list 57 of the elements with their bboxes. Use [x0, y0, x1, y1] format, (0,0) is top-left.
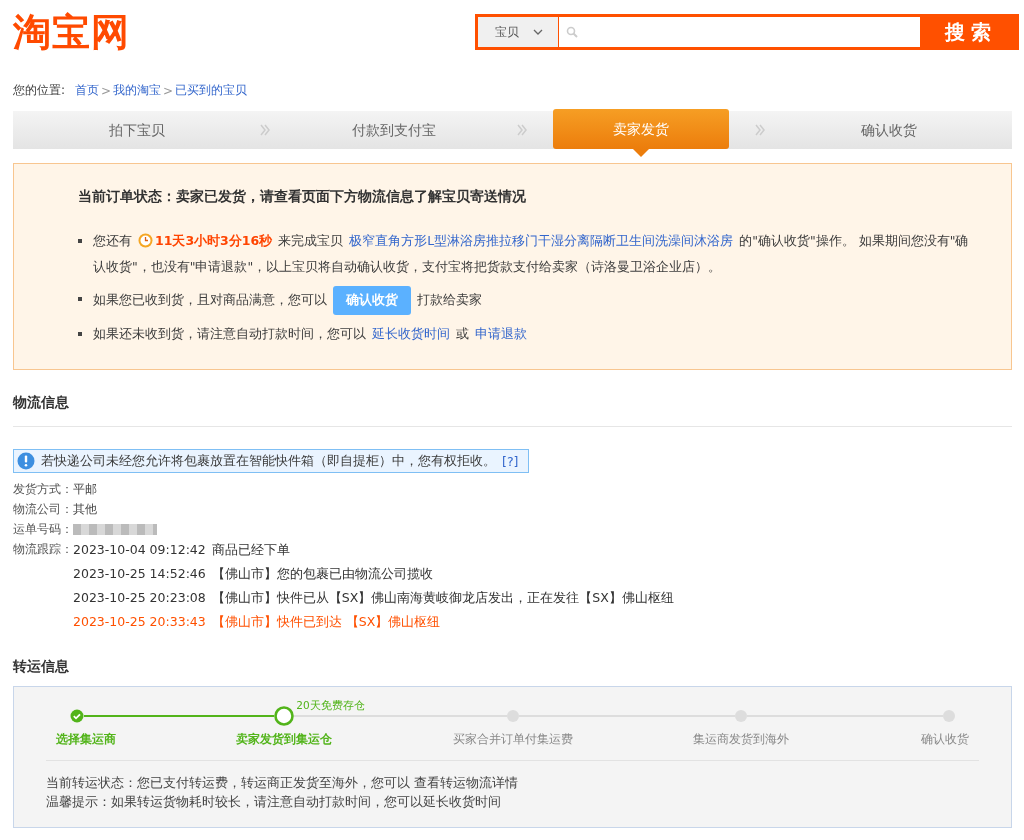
bullet-icon	[78, 332, 82, 336]
progress-step: 卖家发货	[553, 109, 729, 149]
event-time: 2023-10-25 20:33:43	[73, 613, 206, 630]
chevron-right-icon	[755, 124, 765, 136]
breadcrumb-label: 您的位置:	[13, 82, 66, 99]
event-text: 【佛山市】快件已从【SX】佛山南海黄岐御龙店发出，正在发往【SX】佛山枢纽	[211, 589, 674, 606]
section-heading: 物流信息	[13, 394, 70, 412]
step-label: 确认收货	[921, 731, 969, 748]
transit-text: 温馨提示：如果转运货物耗时较长，请注意自动打款时间，您可以延长收货时间	[46, 793, 502, 811]
field-label: 运单号码：	[13, 521, 73, 538]
field-label: 发货方式：	[13, 481, 73, 498]
info-icon	[17, 452, 35, 470]
step-note: 20天免费存仓	[296, 699, 365, 713]
clock-icon	[138, 233, 153, 248]
link[interactable]: 极窄直角方形L型淋浴房推拉移门干湿分离隔断卫生间洗澡间沐浴房	[349, 233, 734, 248]
chevron-right-icon	[517, 124, 527, 136]
link[interactable]: 申请退款	[475, 326, 527, 341]
field-label: 物流公司：	[13, 501, 73, 518]
notice-text: 若快递公司未经您允许将包裹放置在智能快件箱（即自提柜）中，您有权拒收。	[41, 452, 496, 470]
breadcrumb-link[interactable]: 已买到的宝贝	[175, 82, 248, 99]
progress-step: 确认收货	[765, 111, 1012, 149]
field-value: 平邮	[73, 481, 97, 498]
chevron-right-icon	[260, 124, 270, 136]
search-button[interactable]: 搜 索	[920, 17, 1016, 47]
event-time: 2023-10-04 09:12:42	[73, 541, 206, 558]
bullet-text: 您还有 11天3小时3分16秒 来完成宝贝 极窄直角方形L型淋浴房推拉移门干湿分离隔断卫生间洗澡间沐浴房 的"确认收货"操作。 如果期间您没有"确认收货"，也没有"申请退款"，以上宝贝将自动确认收货，支付宝将把货款支付给卖家（诗洛曼卫浴企业店）。	[93, 232, 970, 276]
progress-step: 拍下宝贝	[13, 111, 260, 149]
chevron-down-icon	[533, 29, 543, 35]
field-label: 物流跟踪：	[13, 541, 73, 558]
progress-step: 付款到支付宝	[270, 111, 517, 149]
breadcrumb-separator: >	[163, 83, 174, 98]
bullet-text: 如果您已收到货，且对商品满意，您可以 确认收货 打款给卖家	[93, 286, 488, 315]
step-label: 买家合并订单付集运费	[452, 731, 573, 748]
link[interactable]: 延长收货时间	[372, 326, 450, 341]
bullet-icon	[78, 239, 82, 243]
breadcrumb-separator: >	[101, 83, 112, 98]
breadcrumb-link[interactable]: 我的淘宝	[113, 82, 162, 99]
step-label: 卖家发货到集运仓	[236, 731, 333, 748]
breadcrumb-link[interactable]: 首页	[75, 82, 100, 99]
pointer-arrow-icon	[633, 149, 649, 157]
event-text: 商品已经下单	[211, 541, 290, 558]
category-dropdown[interactable]: 宝贝	[478, 17, 559, 47]
field-value: 其他	[73, 501, 97, 518]
transit-text: 当前转运状态：您已支付转运费，转运商正发货至海外，您可以 查看转运物流详情	[46, 774, 519, 792]
event-time: 2023-10-25 20:23:08	[73, 589, 206, 606]
step-label: 集运商发货到海外	[692, 731, 789, 748]
order-status-title: 当前订单状态：卖家已发货，请查看页面下方物流信息了解宝贝寄送情况	[78, 188, 527, 206]
step-label: 选择集运商	[56, 731, 116, 748]
event-text: 【佛山市】您的包裹已由物流公司揽收	[211, 565, 433, 582]
section-heading: 转运信息	[13, 658, 70, 676]
search-icon	[566, 26, 578, 38]
bullet-text: 如果还未收到货，请注意自动打款时间，您可以 延长收货时间 或 申请退款	[93, 325, 528, 343]
bullet-icon	[78, 297, 82, 301]
event-time: 2023-10-25 14:52:46	[73, 565, 206, 582]
help-link[interactable]: [?]	[502, 453, 519, 469]
logo[interactable]: 淘宝网	[13, 6, 130, 58]
event-text: 【佛山市】快件已到达 【SX】佛山枢纽	[211, 613, 441, 630]
